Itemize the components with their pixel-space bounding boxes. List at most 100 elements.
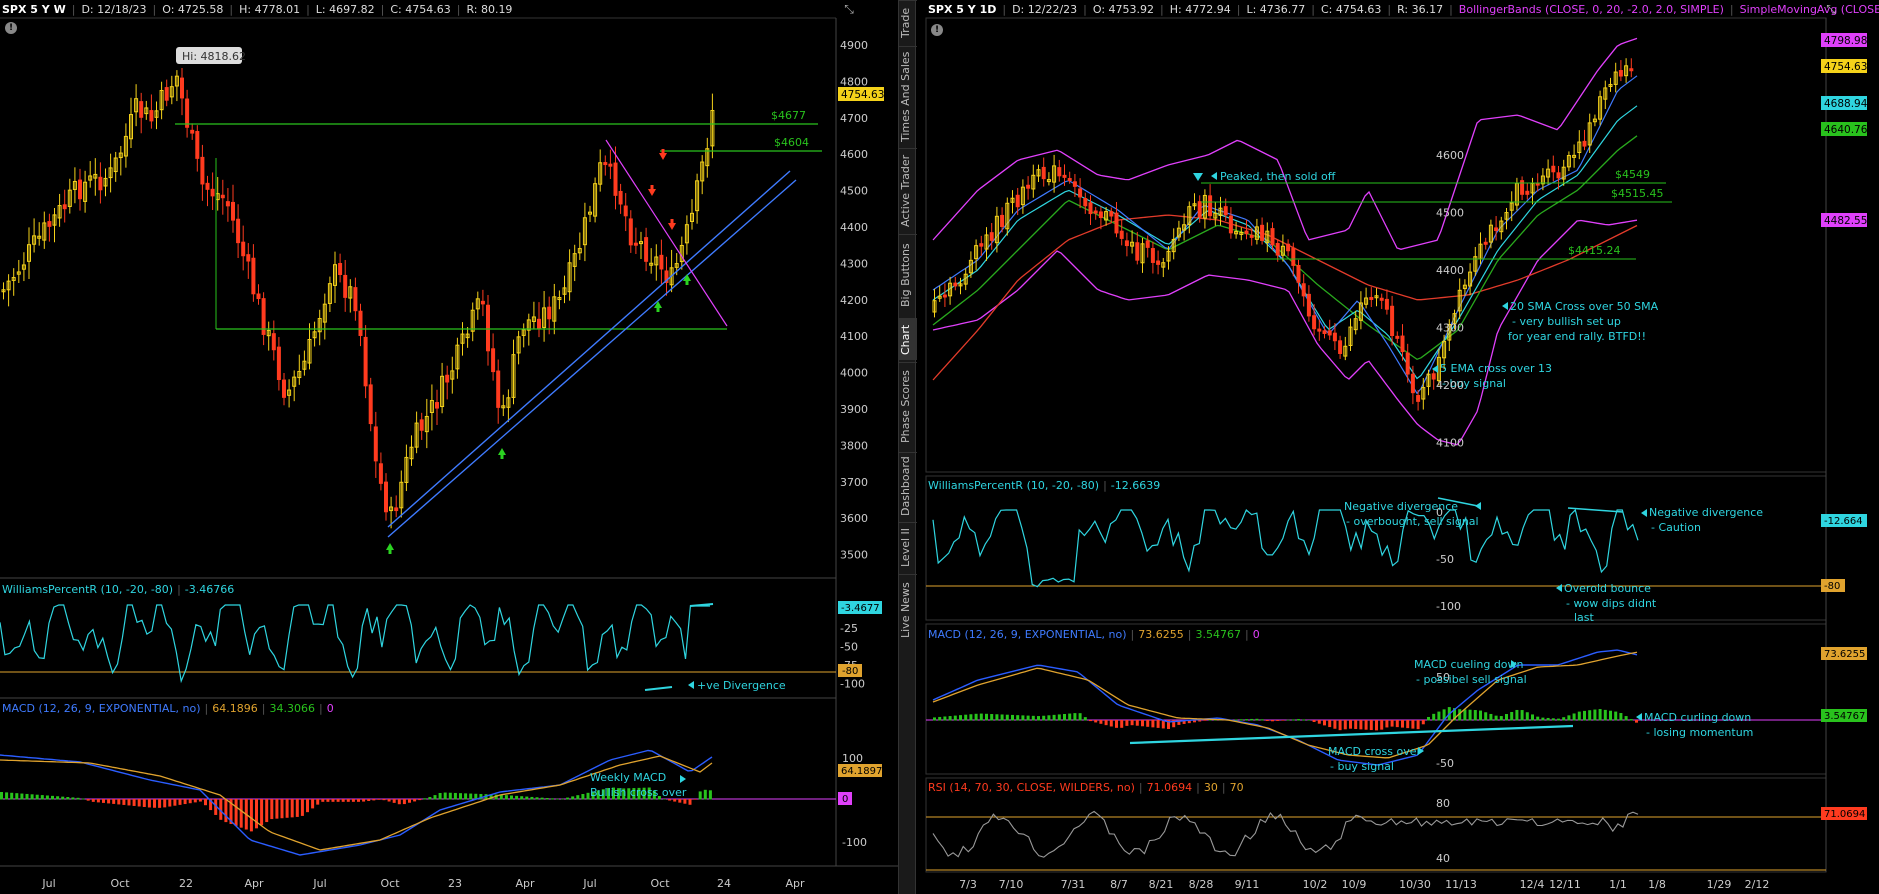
svg-text:4754.63: 4754.63 [1824,61,1867,73]
macd-bar [1536,716,1540,721]
right-chart-panel[interactable]: SPX 5 Y 1D | D: 12/22/23 | O: 4753.92 | H: … [918,0,1879,894]
candle-body [1260,224,1265,241]
candle-body [210,188,215,197]
axis-tick: 4300 [1436,322,1464,335]
candle-body [603,162,608,166]
macd-bar [5,792,9,800]
tab-phase-scores[interactable]: Phase Scores [899,362,917,450]
tab-times-and-sales[interactable]: Times And Sales [899,46,917,146]
axis-tick: Jul [312,877,326,890]
tab-live-news[interactable]: Live News [899,574,917,646]
macd-bar [1130,720,1134,726]
axis-tick: 4200 [1436,379,1464,392]
left-macd-title[interactable]: MACD (12, 26, 9, EXPONENTIAL, no) [2,702,201,715]
candle-body [358,310,363,336]
macd-bar [66,797,70,800]
left-chart-panel[interactable]: SPX 5 Y W | D: 12/18/23 | O: 4725.58 | H: 4… [0,0,898,894]
right-macd-title[interactable]: MACD (12, 26, 9, EXPONENTIAL, no) [928,628,1127,641]
macd-bar [1583,710,1586,721]
macd-bar [372,799,376,801]
macd-bar [377,799,381,800]
candle-body [1296,264,1301,283]
macd-bar [204,799,207,806]
macd-bar [1505,714,1508,721]
right-chart-canvas[interactable]: $4549 $4515.45 $4415.24 Peaked, then sol… [918,0,1879,894]
left-macd-tag-text: 64.1897 [841,766,882,777]
candle-body [195,131,200,159]
axis-tick: 3600 [840,512,868,525]
candle-body [1291,247,1296,266]
macd-bar [280,799,284,819]
macd-bar [985,713,988,721]
right-wpr-title[interactable]: WilliamsPercentR (10, -20, -80) [928,479,1099,492]
tab-trade[interactable]: Trade [899,0,917,44]
left-macd-zero-text: 0 [842,794,848,805]
candle-body [149,110,154,122]
tab-level-ii[interactable]: Level II [899,522,917,572]
candle-body [185,98,190,128]
right-rsi-title[interactable]: RSI (14, 70, 30, CLOSE, WILDERS, no) [928,781,1135,794]
left-chart-canvas[interactable]: $4677 $4604 Hi: 4818.62 4900 4800 4700 4600… [0,0,898,894]
candle-body [1556,172,1561,179]
axis-tick: 11/13 [1445,878,1477,891]
candle-body [1057,167,1062,177]
macd-bar [515,795,519,800]
candle-body [62,204,67,210]
tab-dashboard[interactable]: Dashboard [899,452,917,520]
axis-tick: 4200 [840,294,868,307]
macd-bar [102,799,105,803]
axis-tick: Jul [41,877,55,890]
macd-bar [469,793,473,800]
axis-tick: 4600 [840,148,868,161]
macd-bar [1489,713,1493,721]
macd-bar [1037,716,1040,721]
macd-bar [91,799,95,802]
axis-tick: 8/28 [1189,878,1214,891]
wpr-note-2a: Negative divergence [1649,506,1763,519]
macd-bar [1317,720,1321,724]
candle-body [1244,230,1249,235]
macd-bar [555,798,559,800]
macd-bar [1494,715,1498,721]
macd-bar [1421,720,1425,725]
macd-bar [1245,719,1248,721]
macd-bar [1328,720,1332,728]
macd-bar [1120,720,1124,728]
macd-bar [433,795,437,800]
axis-tick: Apr [785,877,805,890]
left-wpr-title[interactable]: WilliamsPercentR (10, -20, -80) [2,583,173,596]
axis-tick: 3500 [840,549,868,562]
right-rsi-axis: 80 40 [1436,797,1450,865]
macd-bar [96,799,100,803]
macd-bar [448,792,452,800]
candle-body [164,87,169,101]
bollinger-upper-band [932,37,1638,250]
candle-body [1629,68,1634,72]
rsi-line [932,810,1639,858]
axis-tick: 23 [448,877,462,890]
macd-bar [224,799,228,823]
macd-bar [1588,710,1592,721]
axis-tick: 12/4 [1520,878,1545,891]
macd-bar [1239,719,1243,721]
macd-bar [260,799,264,826]
tab-big-buttons[interactable]: Big Buttons [899,234,917,316]
macd-bar [346,799,350,802]
macd-bar [530,796,534,800]
tab-chart[interactable]: Chart [899,318,917,360]
axis-tick: 3900 [840,403,868,416]
axis-tick: -50 [840,641,858,654]
macd-bar [1624,716,1628,721]
candle-body [628,218,633,246]
left-time-axis: Jul Oct 22 Apr Jul Oct 23 Apr Jul Oct 24 Apr [41,877,805,890]
macd-bar [1271,720,1274,722]
candle-body [1395,335,1400,339]
axis-tick: 10/2 [1303,878,1328,891]
candle-body [1093,210,1098,214]
macd-bar [1260,719,1264,721]
axis-tick: 4400 [1436,264,1464,277]
macd-bar [10,792,14,800]
macd-bar [948,716,952,721]
tab-active-trader[interactable]: Active Trader [899,148,917,232]
left-wpr-header: WilliamsPercentR (10, -20, -80) | -3.467… [2,582,235,596]
